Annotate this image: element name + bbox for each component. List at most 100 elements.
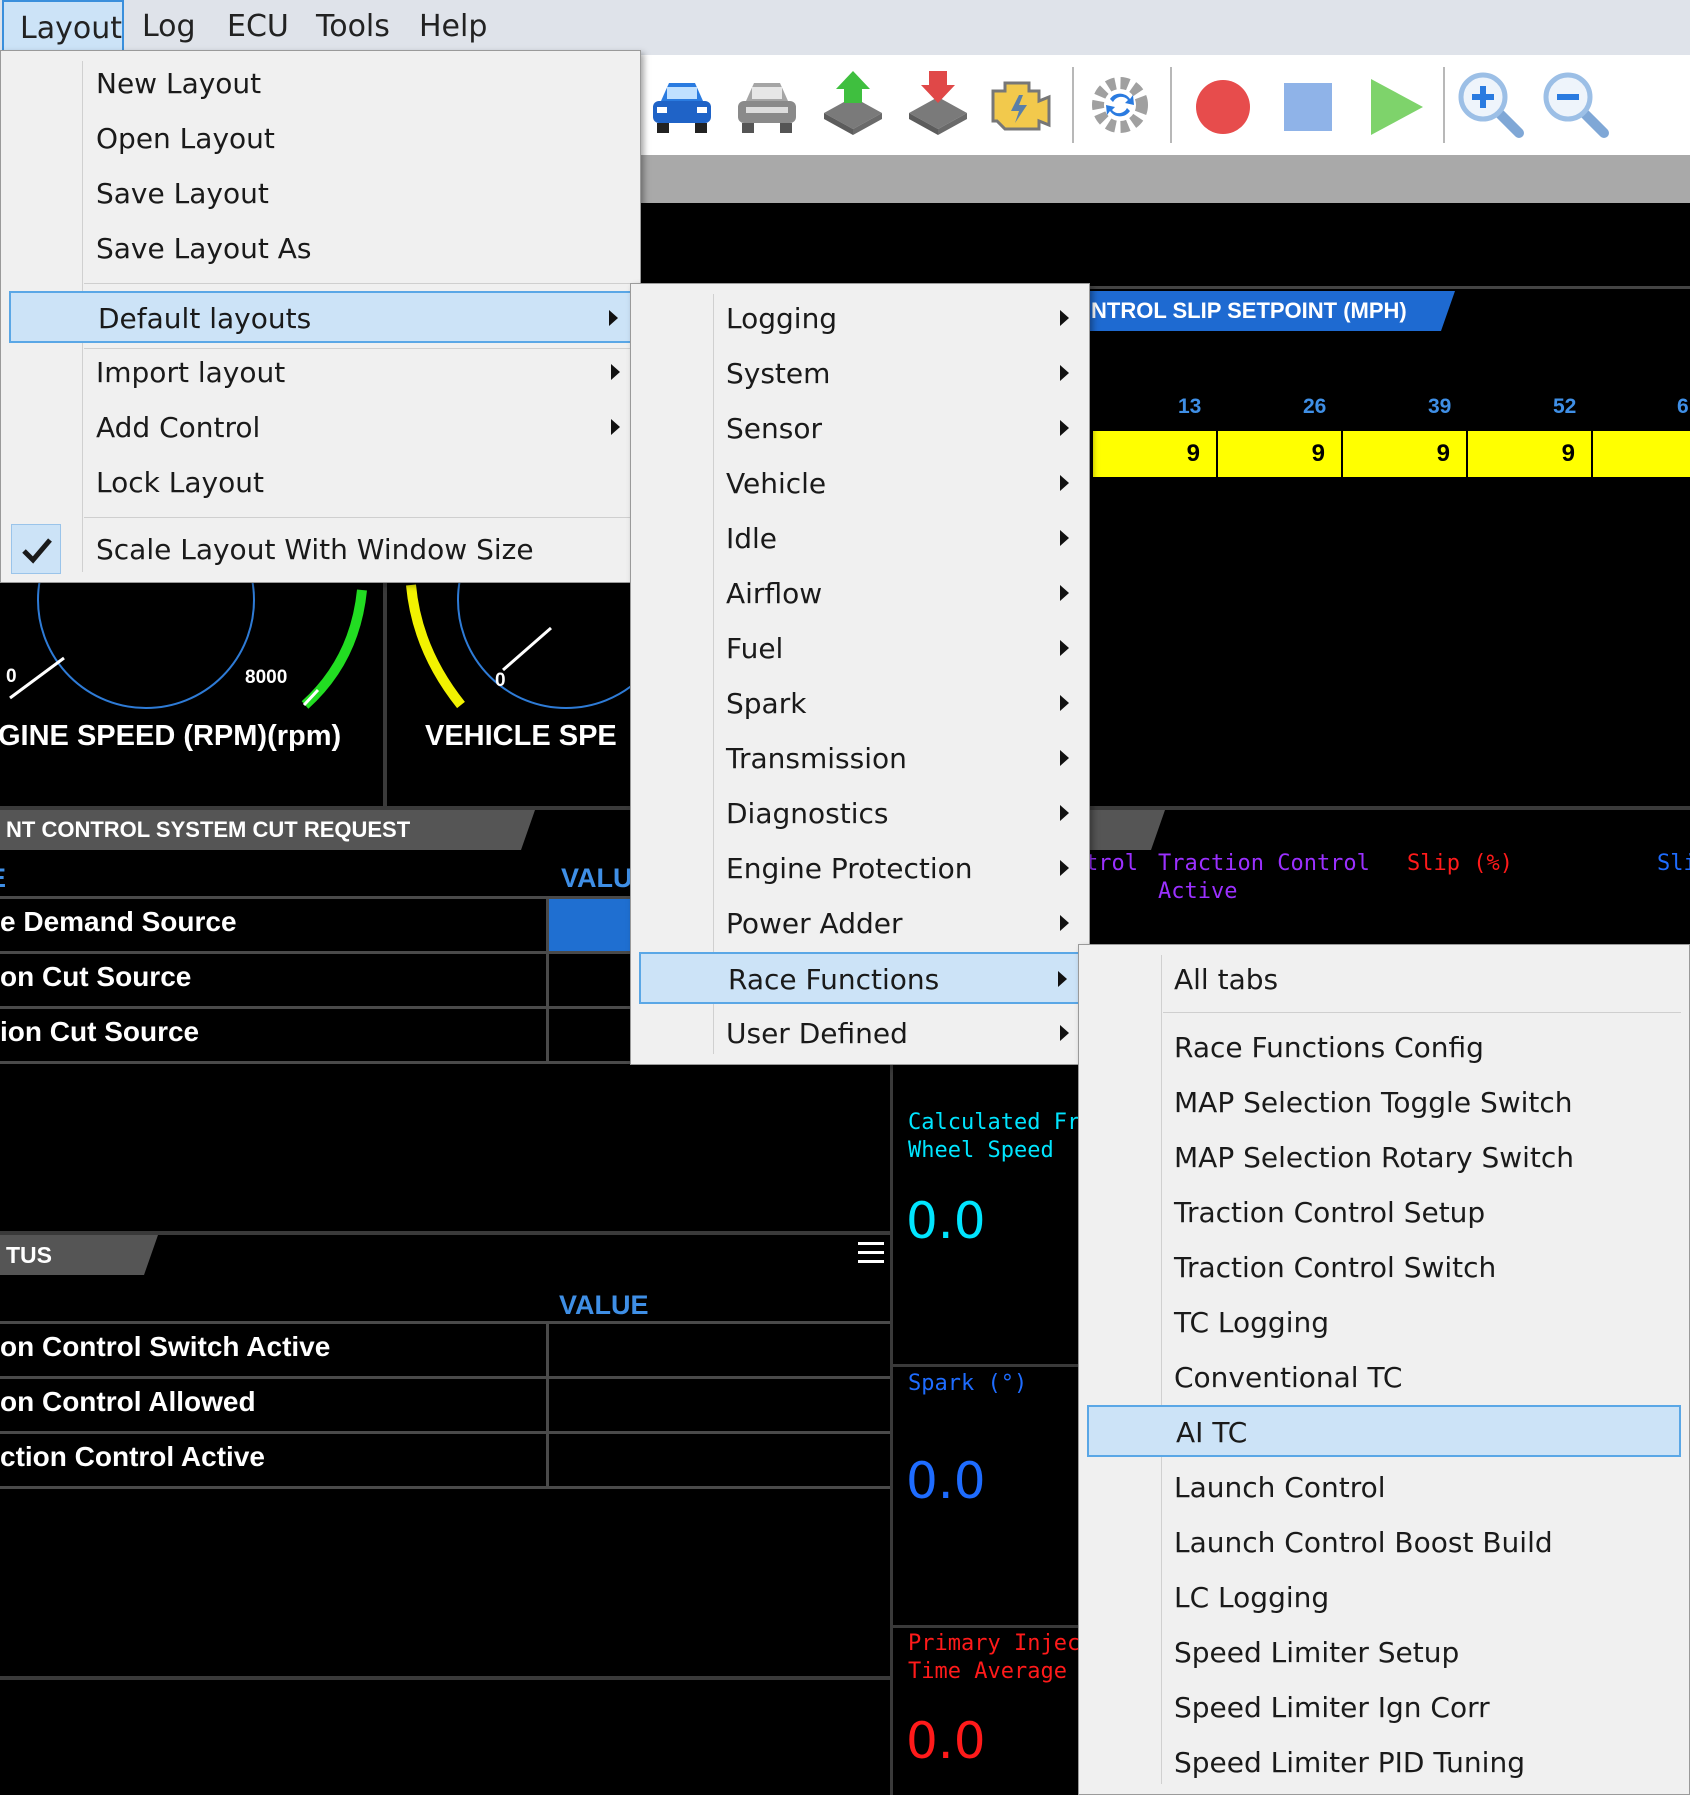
toolbar-separator [1443, 67, 1445, 143]
divider [0, 1376, 892, 1379]
car-grey-icon[interactable] [730, 67, 804, 141]
stop-icon[interactable] [1270, 67, 1344, 141]
divider [893, 1364, 1083, 1367]
readout-label-1: Spark (°) [908, 1371, 1028, 1396]
zoom-in-icon[interactable] [1453, 67, 1527, 141]
chevron-right-icon [1058, 971, 1067, 987]
readout-value-0: 0.0 [906, 1192, 986, 1250]
panel-menu-icon[interactable] [858, 1240, 884, 1266]
submenu-item-system[interactable]: System [639, 348, 1081, 400]
menu-ecu[interactable]: ECU [211, 0, 305, 52]
toolbar-separator [1170, 67, 1172, 143]
play-icon[interactable] [1357, 67, 1431, 141]
status-header-value: VALUE [559, 1290, 649, 1320]
menu-tools[interactable]: Tools [300, 0, 406, 52]
chevron-right-icon [609, 310, 618, 326]
race-item-race-functions-config[interactable]: Race Functions Config [1087, 1022, 1681, 1074]
vehicle-speed-min: 0 [495, 670, 506, 691]
submenu-item-engine-protection[interactable]: Engine Protection [639, 843, 1081, 895]
submenu-item-user-defined[interactable]: User Defined [639, 1008, 1081, 1060]
engine-speed-label: GINE SPEED (RPM)(rpm) [0, 720, 342, 752]
vehicle-speed-gauge: 0 VEHICLE SPE [391, 491, 675, 806]
default-layouts-menu: Logging System Sensor Vehicle Idle Airfl… [630, 283, 1090, 1065]
menu-layout[interactable]: Layout [2, 0, 124, 52]
tc-label-active: Traction Control Active [1158, 851, 1370, 904]
submenu-item-sensor[interactable]: Sensor [639, 403, 1081, 455]
menu-item-save-layout-as[interactable]: Save Layout As [9, 223, 632, 275]
submenu-item-idle[interactable]: Idle [639, 513, 1081, 565]
zoom-out-icon[interactable] [1538, 67, 1612, 141]
slip-panel-title: NTROL SLIP SETPOINT (MPH) [1085, 291, 1455, 331]
race-item-traction-control-setup[interactable]: Traction Control Setup [1087, 1187, 1681, 1239]
menu-item-import-layout[interactable]: Import layout [9, 347, 632, 399]
race-item-lc-logging[interactable]: LC Logging [1087, 1572, 1681, 1624]
chevron-right-icon [1060, 530, 1069, 546]
submenu-item-airflow[interactable]: Airflow [639, 568, 1081, 620]
menu-item-add-control[interactable]: Add Control [9, 402, 632, 454]
upload-chip-icon[interactable] [816, 67, 890, 141]
record-icon[interactable] [1186, 67, 1260, 141]
chevron-right-icon [611, 364, 620, 380]
race-item-speed-limiter-pid-tuning[interactable]: Speed Limiter PID Tuning [1087, 1737, 1681, 1789]
slip-cell-1[interactable]: 9 [1218, 431, 1343, 477]
race-item-speed-limiter-setup[interactable]: Speed Limiter Setup [1087, 1627, 1681, 1679]
slip-col-3: 52 [1553, 395, 1577, 418]
race-item-ai-tc[interactable]: AI TC [1087, 1405, 1681, 1457]
menu-help[interactable]: Help [403, 0, 503, 52]
selected-value-cell[interactable] [549, 899, 630, 951]
engine-icon[interactable] [983, 67, 1057, 141]
chevron-right-icon [1060, 805, 1069, 821]
menu-item-default-layouts[interactable]: Default layouts [9, 291, 632, 343]
tc-label-slip2: Sli [1657, 851, 1690, 876]
race-item-tc-logging[interactable]: TC Logging [1087, 1297, 1681, 1349]
engine-speed-dial-icon [9, 491, 367, 709]
engine-speed-min: 0 [6, 666, 17, 687]
race-item-traction-control-switch[interactable]: Traction Control Switch [1087, 1242, 1681, 1294]
chevron-right-icon [1060, 365, 1069, 381]
submenu-item-diagnostics[interactable]: Diagnostics [639, 788, 1081, 840]
divider [0, 1486, 892, 1489]
slip-cell-4[interactable] [1593, 431, 1690, 477]
readout-value-2: 0.0 [906, 1712, 986, 1770]
menu-item-new-layout[interactable]: New Layout [9, 58, 632, 110]
menu-item-lock-layout[interactable]: Lock Layout [9, 457, 632, 509]
submenu-item-spark[interactable]: Spark [639, 678, 1081, 730]
menubar: Layout Log ECU Tools Help [0, 0, 1690, 55]
race-item-speed-limiter-ign-corr[interactable]: Speed Limiter Ign Corr [1087, 1682, 1681, 1734]
race-item-map-rotary-switch[interactable]: MAP Selection Rotary Switch [1087, 1132, 1681, 1184]
download-chip-icon[interactable] [901, 67, 975, 141]
menu-log[interactable]: Log [126, 0, 212, 52]
chevron-right-icon [1060, 695, 1069, 711]
menu-item-open-layout[interactable]: Open Layout [9, 113, 632, 165]
slip-cell-2[interactable]: 9 [1343, 431, 1468, 477]
slip-cell-3[interactable]: 9 [1468, 431, 1593, 477]
race-item-conventional-tc[interactable]: Conventional TC [1087, 1352, 1681, 1404]
cut-panel-title: NT CONTROL SYSTEM CUT REQUEST [0, 810, 535, 850]
status-row-1: on Control Allowed [0, 1386, 256, 1417]
race-item-launch-control[interactable]: Launch Control [1087, 1462, 1681, 1514]
toolbar-separator [1072, 67, 1074, 143]
vehicle-speed-label: VEHICLE SPE [425, 720, 617, 752]
submenu-item-logging[interactable]: Logging [639, 293, 1081, 345]
submenu-item-fuel[interactable]: Fuel [639, 623, 1081, 675]
submenu-item-vehicle[interactable]: Vehicle [639, 458, 1081, 510]
menu-item-scale-layout[interactable]: Scale Layout With Window Size [9, 524, 632, 576]
submenu-item-race-functions[interactable]: Race Functions [639, 952, 1081, 1004]
submenu-item-power-adder[interactable]: Power Adder [639, 898, 1081, 950]
car-blue-icon[interactable] [645, 67, 719, 141]
sync-icon[interactable] [1083, 67, 1157, 141]
menu-item-save-layout[interactable]: Save Layout [9, 168, 632, 220]
race-item-map-toggle-switch[interactable]: MAP Selection Toggle Switch [1087, 1077, 1681, 1129]
submenu-item-transmission[interactable]: Transmission [639, 733, 1081, 785]
tc-label-trol: trol [1085, 851, 1138, 876]
slip-cell-0[interactable]: 9 [1093, 431, 1218, 477]
chevron-right-icon [1060, 860, 1069, 876]
divider [0, 951, 630, 954]
chevron-right-icon [1060, 475, 1069, 491]
divider [893, 1625, 1083, 1628]
race-item-launch-control-boost-build[interactable]: Launch Control Boost Build [1087, 1517, 1681, 1569]
race-item-all-tabs[interactable]: All tabs [1087, 954, 1681, 1006]
divider [546, 1321, 549, 1489]
slip-col-1: 26 [1303, 395, 1327, 418]
status-row-0: on Control Switch Active [0, 1331, 331, 1362]
